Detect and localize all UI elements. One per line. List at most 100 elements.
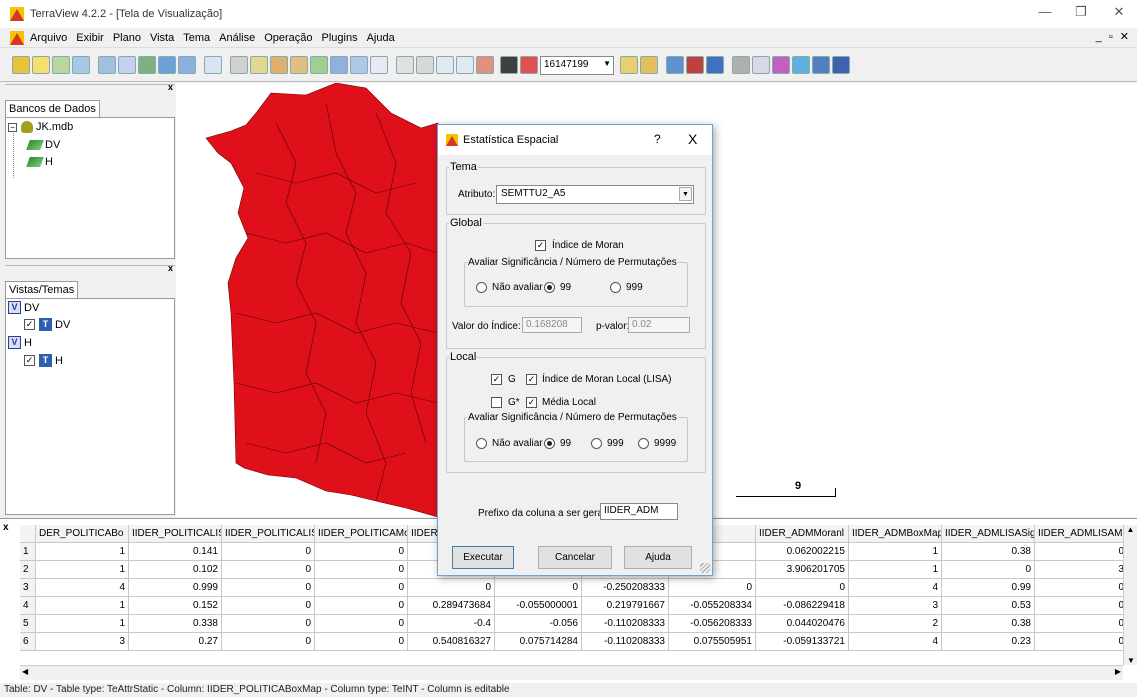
column-header[interactable]: IIDER_ADMMoranl bbox=[756, 525, 849, 543]
document-icon[interactable] bbox=[10, 30, 24, 45]
prefix-input[interactable]: IIDER_ADM bbox=[600, 503, 678, 520]
help-dialog-button[interactable]: Ajuda bbox=[624, 546, 692, 569]
zoom-area-icon[interactable] bbox=[330, 56, 348, 74]
resize-grip-icon[interactable] bbox=[700, 563, 710, 573]
dialog-close-button[interactable]: X bbox=[688, 131, 697, 147]
views-panel-close[interactable]: x bbox=[168, 263, 173, 273]
tree-layer-h[interactable]: H bbox=[26, 156, 53, 168]
column-header[interactable]: IIDER_POLITICAMo bbox=[315, 525, 408, 543]
table-cell[interactable]: 0 bbox=[222, 561, 315, 579]
map-polygons[interactable] bbox=[205, 82, 439, 518]
table-cell[interactable]: 0 bbox=[408, 579, 495, 597]
info-tool-icon[interactable] bbox=[370, 56, 388, 74]
table-cell[interactable]: 0.53 bbox=[942, 597, 1035, 615]
table-cell[interactable]: 0 bbox=[222, 615, 315, 633]
cancel-button[interactable]: Cancelar bbox=[538, 546, 612, 569]
text-edit-icon[interactable] bbox=[640, 56, 658, 74]
table-cell[interactable]: 2 bbox=[849, 615, 942, 633]
theme-icon[interactable] bbox=[72, 56, 90, 74]
table-cell[interactable]: 4 bbox=[36, 579, 129, 597]
table-cell[interactable]: 0 bbox=[315, 579, 408, 597]
menu-vista[interactable]: Vista bbox=[150, 32, 174, 44]
tree-layer-dv[interactable]: DV bbox=[26, 139, 60, 151]
close-button[interactable]: ✕ bbox=[1104, 4, 1134, 20]
table-cell[interactable]: 0 bbox=[315, 561, 408, 579]
local-no-eval-radio[interactable] bbox=[476, 438, 487, 449]
global-99-radio[interactable] bbox=[544, 282, 555, 293]
view-manager-icon[interactable] bbox=[812, 56, 830, 74]
cursor-icon[interactable] bbox=[500, 56, 518, 74]
local-9999-radio[interactable] bbox=[638, 438, 649, 449]
table-cell[interactable]: 1 bbox=[36, 561, 129, 579]
local-mean-checkbox[interactable]: ✓ bbox=[526, 397, 537, 408]
table-cell[interactable]: -0.110208333 bbox=[582, 615, 669, 633]
table-cell[interactable]: -0.056 bbox=[495, 615, 582, 633]
refresh-icon[interactable] bbox=[350, 56, 368, 74]
graphic-icon[interactable] bbox=[686, 56, 704, 74]
draw-icon[interactable] bbox=[204, 56, 222, 74]
table-cell[interactable]: 0 bbox=[669, 579, 756, 597]
table-cell[interactable]: 0 bbox=[315, 633, 408, 651]
back-arrow-icon[interactable] bbox=[436, 56, 454, 74]
table-cell[interactable]: 1 bbox=[849, 561, 942, 579]
table-cell[interactable]: 0.999 bbox=[129, 579, 222, 597]
attribute-select[interactable]: SEMTTU2_A5 ▼ bbox=[496, 185, 694, 204]
info-icon[interactable] bbox=[32, 56, 50, 74]
pencil-icon[interactable] bbox=[416, 56, 434, 74]
row-number[interactable]: 4 bbox=[20, 597, 36, 615]
table-cell[interactable]: 0 bbox=[315, 597, 408, 615]
table-cell[interactable]: 0 bbox=[495, 579, 582, 597]
row-number[interactable]: 2 bbox=[20, 561, 36, 579]
table-cell[interactable]: 0 bbox=[222, 633, 315, 651]
print-icon[interactable] bbox=[732, 56, 750, 74]
scroll-right-icon[interactable]: ▶ bbox=[1115, 667, 1121, 676]
tree-database[interactable]: − JK.mdb bbox=[8, 121, 73, 133]
theme-visibility-checkbox[interactable]: ✓ bbox=[24, 319, 35, 330]
zoom-out-icon[interactable] bbox=[290, 56, 308, 74]
table-cell[interactable]: 0 bbox=[315, 615, 408, 633]
tree-theme-h[interactable]: ✓ T H bbox=[24, 354, 63, 367]
vertical-scrollbar[interactable]: ▲ ▼ bbox=[1123, 525, 1137, 665]
column-header[interactable]: IIDER_ADMLISASig bbox=[942, 525, 1035, 543]
menu-plano[interactable]: Plano bbox=[113, 32, 141, 44]
scroll-left-icon[interactable]: ◀ bbox=[22, 667, 28, 676]
table-cell[interactable]: 0 bbox=[222, 543, 315, 561]
table-cell[interactable]: 0.27 bbox=[129, 633, 222, 651]
table-cell[interactable]: 1 bbox=[849, 543, 942, 561]
table-cell[interactable]: -0.059133721 bbox=[756, 633, 849, 651]
g-checkbox[interactable]: ✓ bbox=[491, 374, 502, 385]
table-cell[interactable]: 0 bbox=[1035, 633, 1128, 651]
column-header[interactable]: DER_POLITICABo bbox=[36, 525, 129, 543]
zoom-in-icon[interactable] bbox=[270, 56, 288, 74]
table-cell[interactable]: 0.338 bbox=[129, 615, 222, 633]
table-cell[interactable]: 0.289473684 bbox=[408, 597, 495, 615]
tree-view-dv[interactable]: V DV bbox=[8, 301, 39, 314]
tree-view-h[interactable]: V H bbox=[8, 336, 32, 349]
table-cell[interactable]: 0 bbox=[315, 543, 408, 561]
minimize-button[interactable]: — bbox=[1030, 4, 1060, 19]
table-cell[interactable]: -0.110208333 bbox=[582, 633, 669, 651]
table-cell[interactable]: 4 bbox=[849, 579, 942, 597]
menu-ajuda[interactable]: Ajuda bbox=[367, 32, 395, 44]
table-cell[interactable]: 0.102 bbox=[129, 561, 222, 579]
row-number[interactable]: 5 bbox=[20, 615, 36, 633]
legend-icon[interactable] bbox=[666, 56, 684, 74]
table-cell[interactable]: 0 bbox=[222, 597, 315, 615]
table-cell[interactable]: 1 bbox=[36, 597, 129, 615]
menu-tema[interactable]: Tema bbox=[183, 32, 210, 44]
delete-icon[interactable] bbox=[520, 56, 538, 74]
table-cell[interactable]: 0.23 bbox=[942, 633, 1035, 651]
ruler-icon[interactable] bbox=[752, 56, 770, 74]
global-999-radio[interactable] bbox=[610, 282, 621, 293]
table-cell[interactable]: 0.540816327 bbox=[408, 633, 495, 651]
menu-arquivo[interactable]: Arquivo bbox=[30, 32, 67, 44]
text-icon[interactable] bbox=[620, 56, 638, 74]
row-number[interactable]: 1 bbox=[20, 543, 36, 561]
select-icon[interactable] bbox=[250, 56, 268, 74]
table-cell[interactable]: 0.075505951 bbox=[669, 633, 756, 651]
table-cell[interactable]: 3 bbox=[36, 633, 129, 651]
table-cell[interactable]: -0.055000001 bbox=[495, 597, 582, 615]
table-cell[interactable]: 0 bbox=[756, 579, 849, 597]
theme-visibility-checkbox[interactable]: ✓ bbox=[24, 355, 35, 366]
pan-icon[interactable] bbox=[310, 56, 328, 74]
